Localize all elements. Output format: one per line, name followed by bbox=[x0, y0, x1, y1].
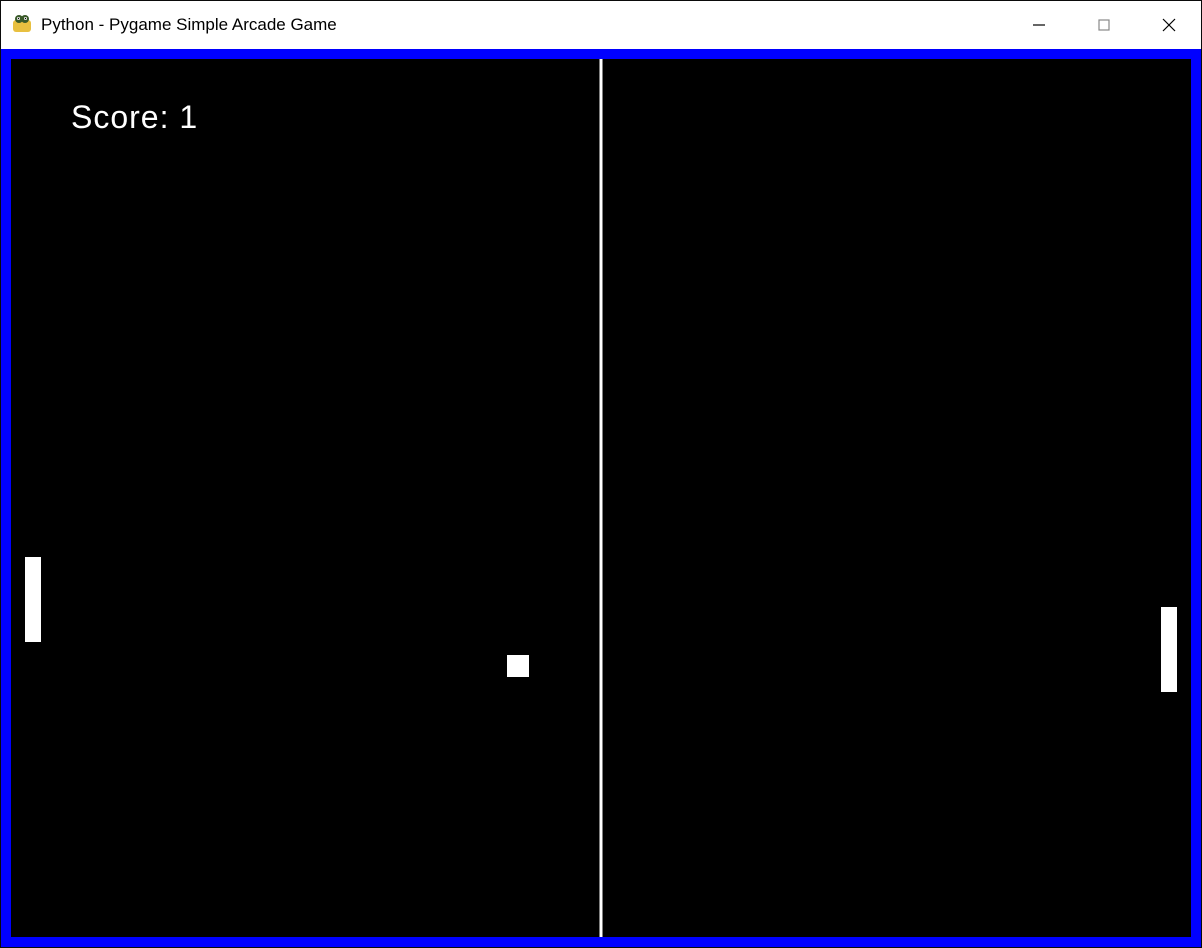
app-icon bbox=[11, 14, 33, 36]
game-border: Score: 1 bbox=[1, 49, 1201, 947]
window-controls bbox=[1006, 1, 1201, 49]
score-label: Score: bbox=[71, 99, 169, 135]
close-button[interactable] bbox=[1136, 1, 1201, 49]
center-divider-line bbox=[600, 59, 603, 937]
ball bbox=[507, 655, 529, 677]
left-paddle[interactable] bbox=[25, 557, 41, 642]
window-titlebar: Python - Pygame Simple Arcade Game bbox=[1, 1, 1201, 49]
right-paddle[interactable] bbox=[1161, 607, 1177, 692]
window-title: Python - Pygame Simple Arcade Game bbox=[41, 15, 337, 35]
maximize-button[interactable] bbox=[1071, 1, 1136, 49]
score-display: Score: 1 bbox=[71, 99, 198, 136]
minimize-button[interactable] bbox=[1006, 1, 1071, 49]
score-value: 1 bbox=[179, 99, 198, 135]
game-canvas[interactable]: Score: 1 bbox=[11, 59, 1191, 937]
